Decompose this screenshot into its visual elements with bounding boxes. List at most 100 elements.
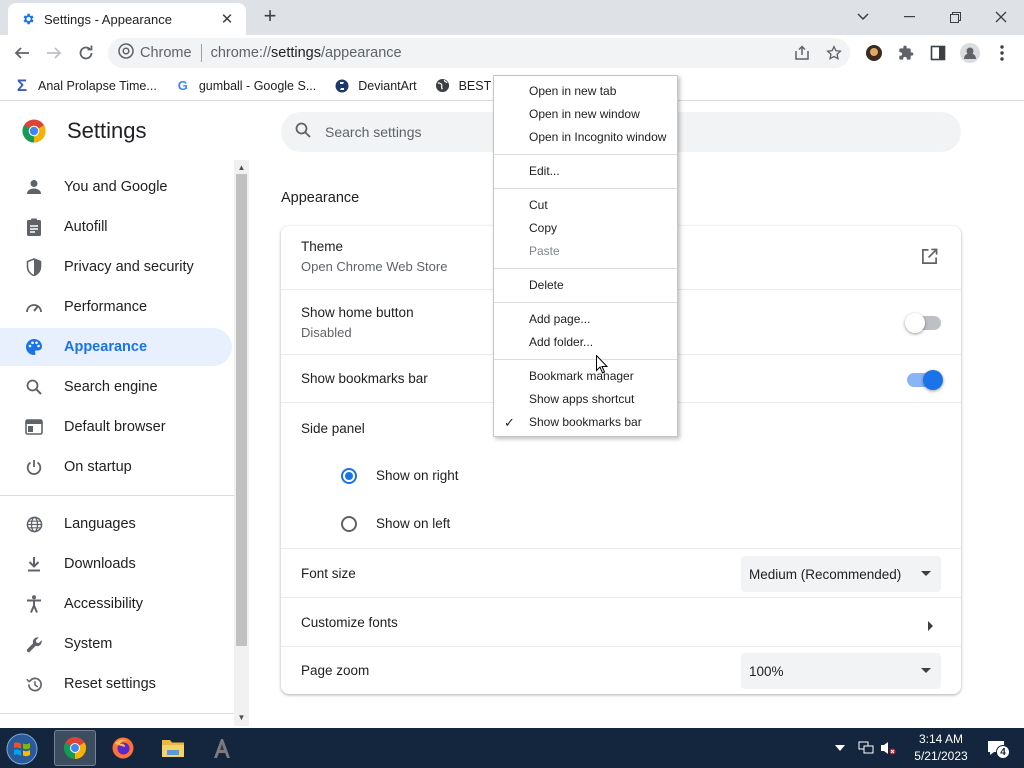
sidebar-scrollbar[interactable]: ▲ ▼ (234, 160, 249, 726)
system-clock[interactable]: 3:14 AM 5/21/2023 (900, 731, 982, 765)
sidebar-item-label: Downloads (64, 556, 136, 572)
menu-open-new-tab[interactable]: Open in new tab (494, 80, 677, 103)
title-bar: Settings - Appearance ✕ + (0, 0, 1024, 35)
menu-show-apps-shortcut[interactable]: Show apps shortcut (494, 388, 677, 411)
taskbar-chrome[interactable] (54, 730, 96, 766)
chrome-icon (64, 737, 86, 759)
side-panel-icon[interactable] (926, 41, 950, 65)
bookmark-item[interactable]: DeviantArt (334, 78, 417, 94)
menu-open-incognito[interactable]: Open in Incognito window (494, 126, 677, 149)
omnibox-divider (200, 44, 202, 62)
bookmark-item[interactable]: Σ Anal Prolapse Time... (14, 76, 157, 95)
menu-open-new-window[interactable]: Open in new window (494, 103, 677, 126)
close-window-button[interactable] (978, 4, 1024, 30)
scroll-thumb[interactable] (236, 174, 247, 646)
sidebar-item-label: Reset settings (64, 676, 156, 692)
network-icon[interactable] (856, 738, 876, 758)
sidebar-item-search-engine[interactable]: Search engine (0, 368, 232, 406)
search-icon (24, 377, 44, 397)
chrome-logo-icon (22, 119, 46, 143)
bookmark-star-icon[interactable] (822, 41, 846, 65)
customize-fonts-row[interactable]: Customize fonts (281, 597, 961, 646)
sidebar-item-reset-settings[interactable]: Reset settings (0, 665, 232, 703)
sidebar-item-downloads[interactable]: Downloads (0, 545, 232, 583)
side-panel-left-radio[interactable] (341, 516, 357, 532)
globe-icon (24, 514, 44, 534)
menu-show-bookmarks-bar[interactable]: ✓ Show bookmarks bar (494, 411, 677, 434)
menu-bookmark-manager[interactable]: Bookmark manager (494, 365, 677, 388)
sidebar-item-label: Appearance (64, 339, 148, 355)
page-zoom-value: 100% (749, 663, 784, 679)
shield-icon (24, 257, 44, 277)
google-icon: G (177, 78, 188, 93)
bookmarks-bar-toggle[interactable] (907, 370, 943, 390)
font-size-select[interactable]: Medium (Recommended) (741, 556, 941, 592)
font-size-value: Medium (Recommended) (749, 566, 902, 582)
tab-search-icon[interactable] (840, 4, 886, 30)
scroll-down-arrow-icon[interactable]: ▼ (237, 713, 246, 722)
bookmark-item[interactable]: G gumball - Google S... (175, 78, 316, 94)
palette-icon (24, 337, 44, 357)
new-tab-button[interactable]: + (258, 5, 282, 29)
sidebar-item-system[interactable]: System (0, 625, 232, 663)
sidebar-item-you-and-google[interactable]: You and Google (0, 168, 232, 206)
volume-muted-icon[interactable] (878, 738, 898, 758)
share-icon[interactable] (790, 41, 814, 65)
sidebar-item-languages[interactable]: Languages (0, 505, 232, 543)
sidebar-item-autofill[interactable]: Autofill (0, 208, 232, 246)
forward-button[interactable] (40, 39, 68, 67)
side-panel-right-label[interactable]: Show on right (376, 468, 459, 483)
restore-button[interactable] (932, 4, 978, 30)
chevron-right-icon (928, 618, 934, 636)
address-bar[interactable]: Chrome chrome://settings/appearance (108, 38, 850, 68)
extension-avatar-icon[interactable] (862, 41, 886, 65)
menu-separator (494, 302, 677, 303)
home-button-label: Show home button (301, 305, 414, 320)
page-zoom-select[interactable]: 100% (741, 653, 941, 689)
profile-avatar-icon[interactable] (958, 41, 982, 65)
sidebar-item-default-browser[interactable]: Default browser (0, 408, 232, 446)
back-button[interactable] (8, 39, 36, 67)
home-button-toggle[interactable] (905, 313, 941, 333)
page-title: Settings (67, 118, 147, 143)
scroll-up-arrow-icon[interactable]: ▲ (237, 163, 246, 172)
toggle-knob (923, 370, 943, 390)
taskbar-app[interactable] (201, 730, 243, 766)
sidebar-divider (0, 713, 234, 714)
side-panel-right-radio[interactable] (341, 468, 357, 484)
menu-add-folder[interactable]: Add folder... (494, 331, 677, 354)
show-hidden-icons-icon[interactable] (832, 738, 848, 758)
bookmark-label: Anal Prolapse Time... (38, 78, 157, 93)
notification-count-badge: 4 (996, 745, 1010, 759)
menu-kebab-icon[interactable] (990, 41, 1014, 65)
minimize-button[interactable] (886, 4, 932, 30)
sidebar-item-label: Performance (64, 299, 148, 315)
sidebar-divider (0, 495, 234, 496)
side-panel-left-label[interactable]: Show on left (376, 516, 450, 531)
mouse-cursor-icon (596, 354, 609, 379)
menu-cut[interactable]: Cut (494, 194, 677, 217)
sidebar-item-performance[interactable]: Performance (0, 288, 232, 326)
taskbar-firefox[interactable] (102, 730, 144, 766)
menu-copy[interactable]: Copy (494, 217, 677, 240)
power-icon (24, 457, 44, 477)
open-external-icon[interactable] (921, 248, 938, 270)
start-button[interactable] (4, 732, 40, 766)
reload-button[interactable] (72, 39, 100, 67)
sidebar-item-privacy-and-security[interactable]: Privacy and security (0, 248, 232, 286)
tab-settings-appearance[interactable]: Settings - Appearance ✕ (8, 3, 246, 35)
bookmark-context-menu: Open in new tab Open in new window Open … (493, 75, 678, 437)
menu-delete[interactable]: Delete (494, 274, 677, 297)
sidebar-item-on-startup[interactable]: On startup (0, 448, 232, 486)
sidebar-item-appearance[interactable]: Appearance (0, 328, 232, 366)
menu-edit[interactable]: Edit... (494, 160, 677, 183)
sidebar-item-label: Accessibility (64, 596, 143, 612)
menu-add-page[interactable]: Add page... (494, 308, 677, 331)
download-icon (24, 554, 44, 574)
extensions-puzzle-icon[interactable] (894, 41, 918, 65)
sidebar-item-label: Default browser (64, 419, 166, 435)
accessibility-icon (24, 594, 44, 614)
sidebar-item-accessibility[interactable]: Accessibility (0, 585, 232, 623)
close-tab-icon[interactable]: ✕ (218, 10, 236, 28)
taskbar-file-explorer[interactable] (152, 730, 194, 766)
